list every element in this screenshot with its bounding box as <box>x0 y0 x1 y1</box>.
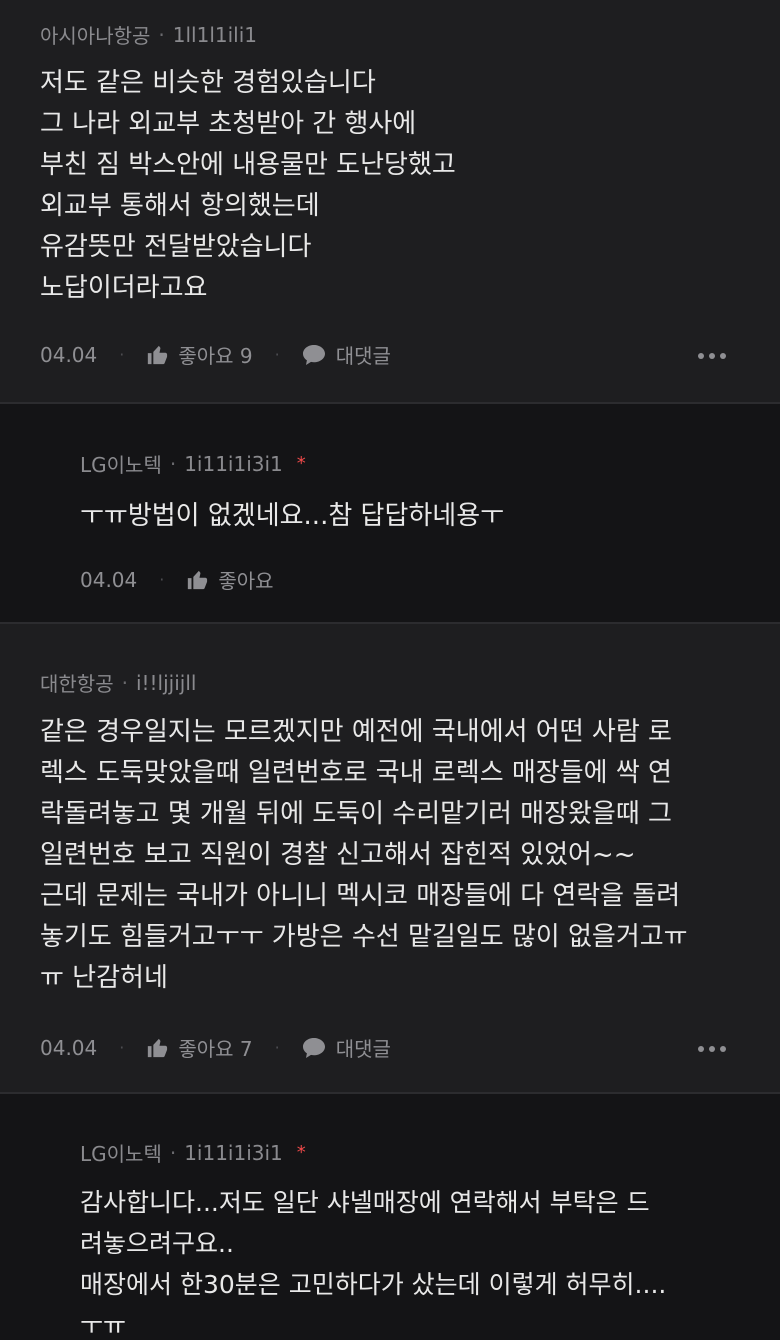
comment-actions: 04.04 · 좋아요 7 · 대댓글 <box>40 1033 391 1062</box>
author-badge: * <box>296 1142 306 1163</box>
thumbs-up-icon <box>148 345 168 364</box>
comment-body: 저도 같은 비슷한 경험있습니다 그 나라 외교부 초청받아 간 행사에 부친 … <box>40 68 456 303</box>
thumbs-up-icon <box>188 570 208 589</box>
comment-body: 같은 경우일지는 모르겠지만 예전에 국내에서 어떤 사람 로 렉스 도둑맞았을… <box>40 717 688 993</box>
reply: LG이노텍 · 1i11i1i3i1 * 감사합니다...저도 일단 샤넬매장에… <box>0 1094 780 1340</box>
reply-button[interactable]: 대댓글 <box>302 1033 391 1062</box>
author-handle: 1i11i1i3i1 <box>184 451 283 476</box>
like-label: 좋아요 <box>218 569 274 593</box>
comment-date: 04.04 <box>40 1035 98 1060</box>
comment: 아시아나항공 · 1ll1l1ili1 저도 같은 비슷한 경험있습니다 그 나… <box>0 0 780 402</box>
reply: LG이노텍 · 1i11i1i3i1 * ㅜㅠ방법이 없겠네요...참 답답하네… <box>0 404 780 622</box>
author-badge: * <box>296 453 306 474</box>
comment-meta: 대한항공 · i!!ljjijll <box>40 668 196 697</box>
reply-button[interactable]: 대댓글 <box>302 340 391 369</box>
like-button[interactable]: 좋아요 9 <box>146 340 253 369</box>
author-name[interactable]: 아시아나항공 <box>40 20 150 49</box>
more-options-icon[interactable] <box>698 1046 726 1052</box>
like-button[interactable]: 좋아요 <box>186 565 274 594</box>
speech-bubble-icon <box>302 344 325 365</box>
author-name[interactable]: 대한항공 <box>40 668 114 697</box>
comment-date: 04.04 <box>40 342 98 367</box>
separator: · <box>159 570 165 589</box>
comment-actions: 04.04 · 좋아요 9 · 대댓글 <box>40 340 391 369</box>
speech-bubble-icon <box>302 1037 325 1058</box>
separator: · <box>274 345 280 364</box>
like-button[interactable]: 좋아요 7 <box>146 1033 253 1062</box>
author-name[interactable]: LG이노텍 <box>80 449 162 478</box>
author-name[interactable]: LG이노텍 <box>80 1138 162 1167</box>
author-handle: i!!ljjijll <box>135 670 197 695</box>
comment-meta: LG이노텍 · 1i11i1i3i1 * <box>80 449 306 478</box>
comment: 대한항공 · i!!ljjijll 같은 경우일지는 모르겠지만 예전에 국내에… <box>0 624 780 1092</box>
like-label: 좋아요 7 <box>178 1037 253 1061</box>
comment-body: ㅜㅠ방법이 없겠네요...참 답답하네용ㅜ <box>80 501 505 531</box>
comment-actions: 04.04 · 좋아요 <box>80 565 274 594</box>
separator: · <box>158 22 165 47</box>
comment-body: 감사합니다...저도 일단 샤넬매장에 연락해서 부탁은 드 려놓으려구요.. … <box>80 1188 667 1340</box>
reply-label: 대댓글 <box>335 1037 391 1061</box>
author-handle: 1ll1l1ili1 <box>172 22 258 47</box>
like-label: 좋아요 9 <box>178 344 253 368</box>
comment-meta: 아시아나항공 · 1ll1l1ili1 <box>40 20 257 49</box>
separator: · <box>169 451 177 476</box>
reply-label: 대댓글 <box>335 344 391 368</box>
separator: · <box>119 1038 125 1057</box>
comment-meta: LG이노텍 · 1i11i1i3i1 * <box>80 1138 306 1167</box>
separator: · <box>121 670 128 695</box>
separator: · <box>169 1140 177 1165</box>
separator: · <box>274 1038 280 1057</box>
thumbs-up-icon <box>148 1038 168 1057</box>
author-handle: 1i11i1i3i1 <box>184 1140 283 1165</box>
comment-date: 04.04 <box>80 567 138 592</box>
more-options-icon[interactable] <box>698 353 726 359</box>
separator: · <box>119 345 125 364</box>
